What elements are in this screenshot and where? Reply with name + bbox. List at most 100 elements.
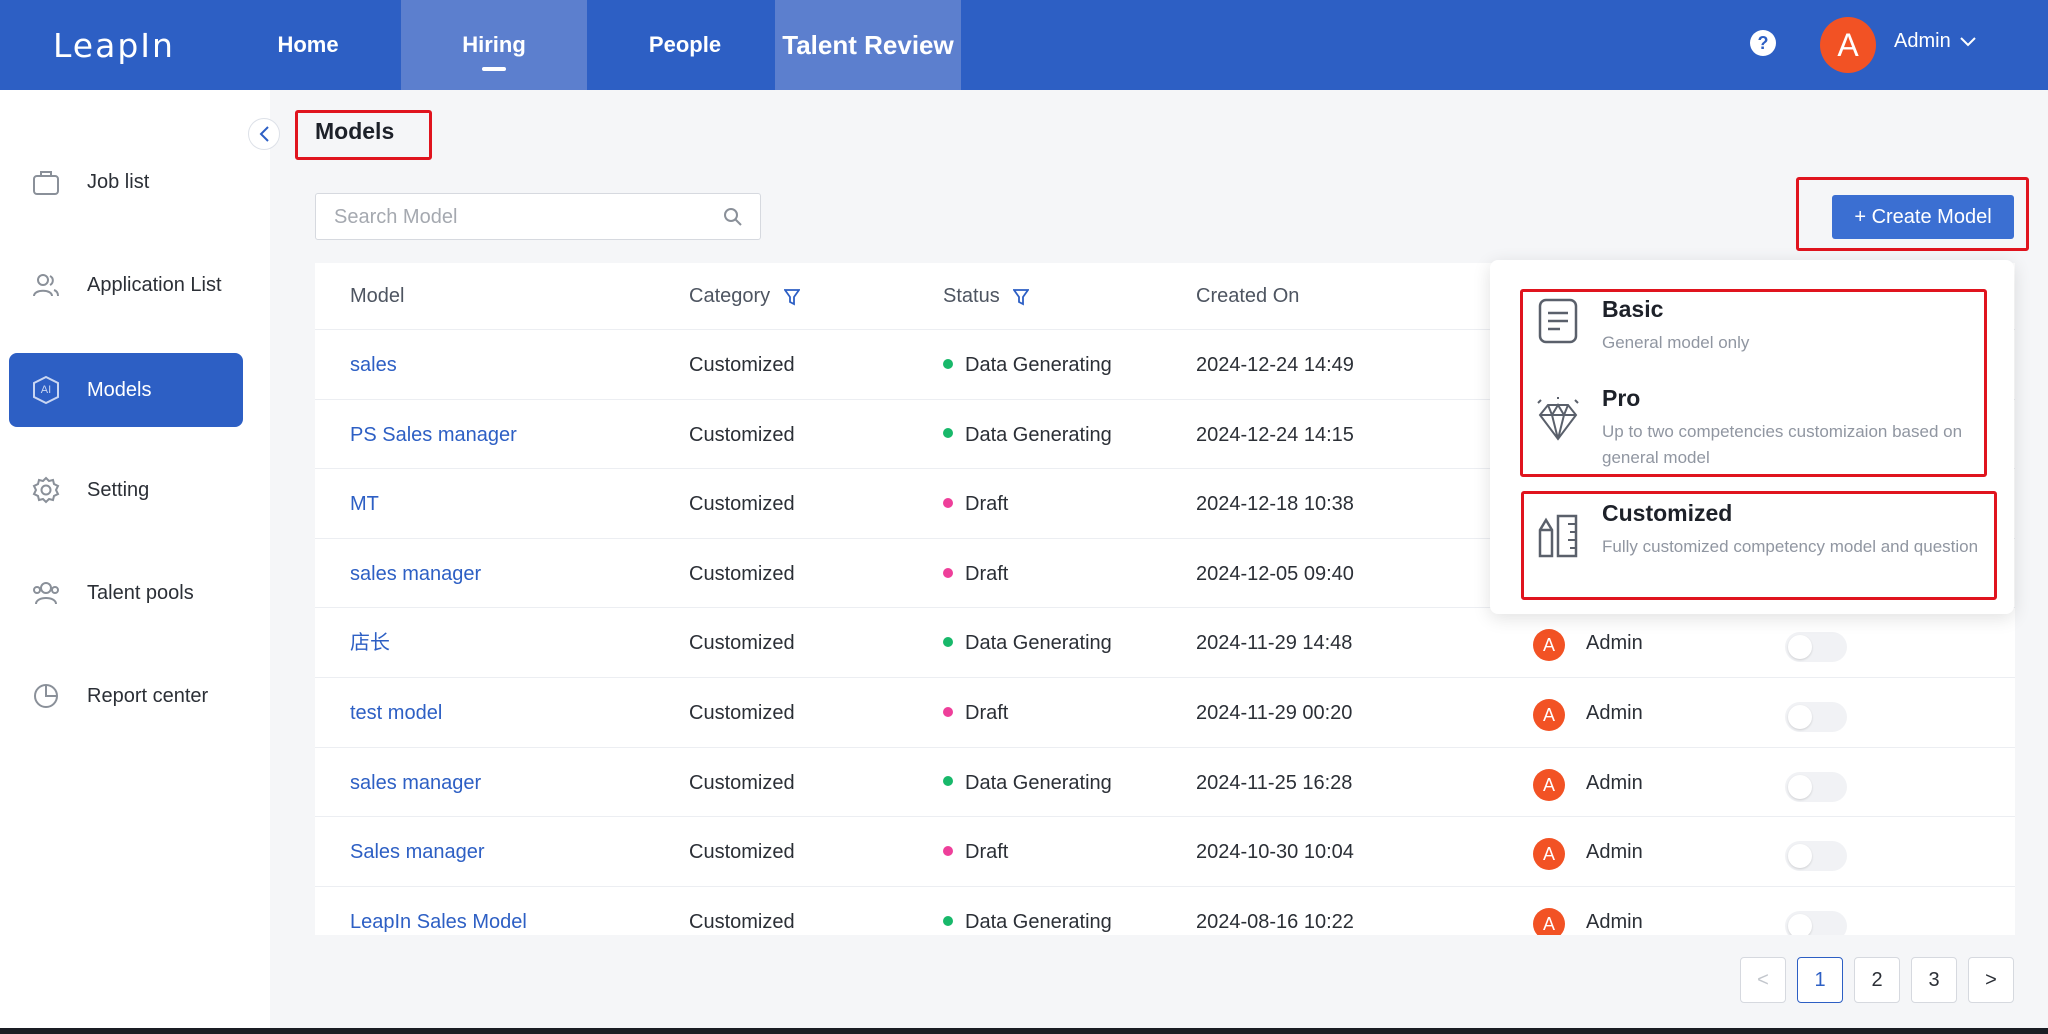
category-cell: Customized: [689, 562, 795, 585]
tab-people[interactable]: People: [620, 0, 750, 90]
avatar: A: [1533, 907, 1565, 935]
sidebar-item-label: Talent pools: [87, 581, 194, 604]
column-header-status[interactable]: Status: [943, 263, 1030, 329]
created-on-cell: 2024-08-16 10:22: [1196, 910, 1354, 933]
model-name-link[interactable]: LeapIn Sales Model: [350, 887, 527, 935]
creator-cell: Admin: [1586, 632, 1643, 655]
search-icon[interactable]: [722, 206, 744, 228]
status-dot-icon: [943, 776, 953, 787]
status-label: Data Generating: [965, 423, 1112, 446]
tab-hiring-label: Hiring: [462, 32, 526, 57]
sidebar-item-label: Models: [87, 378, 152, 401]
sidebar-item-talent-pools[interactable]: Talent pools: [9, 556, 243, 630]
search-input[interactable]: [334, 206, 714, 229]
tab-home[interactable]: Home: [248, 0, 368, 90]
sidebar-item-application-list[interactable]: Application List: [9, 248, 243, 322]
sidebar-item-label: Application List: [87, 273, 222, 296]
enable-toggle[interactable]: [1785, 702, 1847, 732]
sidebar-item-label: Setting: [87, 478, 150, 501]
category-cell: Customized: [689, 632, 795, 655]
status-dot-icon: [943, 915, 953, 926]
creator-cell: Admin: [1586, 910, 1643, 933]
category-cell: Customized: [689, 771, 795, 794]
pagination-page-3[interactable]: 3: [1911, 957, 1957, 1003]
category-cell: Customized: [689, 423, 795, 446]
tab-talent-review[interactable]: Talent Review: [775, 0, 961, 90]
model-name-link[interactable]: MT: [350, 469, 379, 539]
column-header-category[interactable]: Category: [689, 263, 800, 329]
help-icon[interactable]: ?: [1750, 30, 1776, 56]
avatar: A: [1533, 768, 1565, 801]
app-logo[interactable]: LeapIn: [53, 26, 175, 65]
avatar[interactable]: A: [1820, 17, 1876, 73]
status-label: Data Generating: [965, 354, 1112, 376]
creator-cell: Admin: [1586, 702, 1643, 724]
model-name-link[interactable]: Sales manager: [350, 817, 485, 887]
pagination-prev-button[interactable]: <: [1740, 957, 1786, 1003]
sidebar-item-job-list[interactable]: Job list: [9, 145, 243, 219]
category-cell: Customized: [689, 354, 795, 376]
column-header-created-on: Created On: [1196, 285, 1300, 307]
model-name-link[interactable]: PS Sales manager: [350, 400, 517, 470]
table-row[interactable]: Sales manager Customized Draft 2024-10-30 1…: [315, 816, 2015, 886]
status-cell: Draft: [943, 539, 1008, 609]
sidebar-item-models[interactable]: AI Models: [9, 353, 243, 427]
status-label: Data Generating: [965, 910, 1112, 933]
category-cell: Customized: [689, 493, 795, 516]
tab-hiring[interactable]: Hiring: [401, 0, 587, 90]
model-name-link[interactable]: sales: [350, 330, 397, 400]
created-on-cell: 2024-12-18 10:38: [1196, 493, 1354, 516]
search-box[interactable]: [315, 193, 761, 240]
table-row[interactable]: 店长 Customized Data Generating 2024-11-29 14…: [315, 607, 2015, 677]
pagination-next-button[interactable]: >: [1968, 957, 2014, 1003]
pie-chart-icon: [29, 679, 63, 713]
pagination-page-1[interactable]: 1: [1797, 957, 1843, 1003]
creator-cell: Admin: [1586, 841, 1643, 864]
group-icon: [29, 576, 63, 610]
status-dot-icon: [943, 845, 953, 856]
status-cell: Data Generating: [943, 748, 1112, 818]
model-name-link[interactable]: 店长: [350, 608, 390, 678]
avatar: A: [1533, 699, 1565, 731]
table-row[interactable]: test model Customized Draft 2024-11-29 00:2…: [315, 677, 2015, 747]
column-header-status-label: Status: [943, 285, 1000, 307]
enable-toggle[interactable]: [1785, 632, 1847, 663]
category-cell: Customized: [689, 702, 795, 724]
chevron-down-icon: [1959, 36, 1976, 46]
sidebar-item-report-center[interactable]: Report center: [9, 659, 243, 733]
model-name-link[interactable]: test model: [350, 678, 442, 748]
status-dot-icon: [943, 358, 953, 369]
model-name-link[interactable]: sales manager: [350, 748, 481, 818]
avatar: A: [1533, 838, 1565, 871]
created-on-cell: 2024-11-29 14:48: [1196, 632, 1353, 655]
status-label: Draft: [965, 841, 1009, 864]
enable-toggle[interactable]: [1785, 771, 1847, 802]
created-on-cell: 2024-12-24 14:49: [1196, 354, 1354, 376]
enable-toggle[interactable]: [1785, 910, 1847, 935]
tab-home-label: Home: [277, 32, 339, 57]
status-cell: Data Generating: [943, 608, 1112, 678]
created-on-cell: 2024-11-25 16:28: [1196, 771, 1353, 794]
status-label: Data Generating: [965, 771, 1112, 794]
enable-toggle[interactable]: [1785, 841, 1847, 872]
table-row[interactable]: sales manager Customized Data Generating 20…: [315, 746, 2015, 818]
status-cell: Draft: [943, 678, 1008, 748]
status-label: Draft: [965, 702, 1009, 724]
collapse-sidebar-button[interactable]: [248, 118, 280, 150]
sidebar-item-setting[interactable]: Setting: [9, 453, 243, 527]
status-cell: Data Generating: [943, 887, 1112, 935]
filter-icon[interactable]: [783, 288, 800, 306]
briefcase-icon: [29, 165, 63, 199]
highlight-box-title: [295, 110, 432, 160]
users-icon: [29, 268, 63, 302]
user-menu[interactable]: Admin: [1894, 30, 1977, 53]
model-name-link[interactable]: sales manager: [350, 539, 481, 609]
pagination-page-2[interactable]: 2: [1854, 957, 1900, 1003]
ai-shield-icon: AI: [29, 373, 63, 407]
tab-people-label: People: [648, 32, 722, 57]
status-dot-icon: [943, 428, 953, 439]
table-row[interactable]: LeapIn Sales Model Customized Data Generat…: [315, 885, 2015, 935]
filter-icon[interactable]: [1013, 288, 1030, 306]
creator-cell: Admin: [1586, 771, 1643, 794]
sidebar: Job list Application List AI Models Sett…: [0, 90, 270, 1034]
